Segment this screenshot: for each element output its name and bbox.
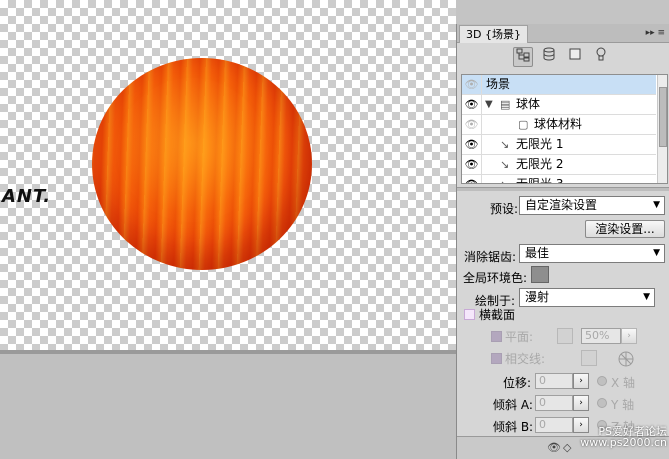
chevron-down-icon: ▼ xyxy=(653,248,660,258)
x-axis-label: X 轴 xyxy=(611,376,636,390)
visibility-eye-icon[interactable]: 👁 xyxy=(462,135,482,154)
chevron-down-icon: ▼ xyxy=(653,200,660,210)
list-item-light-1[interactable]: 👁 ↘ 无限光 1 xyxy=(462,135,656,155)
paint-on-value: 漫射 xyxy=(525,290,550,304)
mesh-icon: ▤ xyxy=(500,98,511,111)
list-item-light-2[interactable]: 👁 ↘ 无限光 2 xyxy=(462,155,656,175)
chevron-down-icon: ▼ xyxy=(643,292,650,302)
plane-label: 平面: xyxy=(505,330,534,344)
watermark-line2: www.ps2000.cn xyxy=(580,436,667,449)
expand-triangle-icon[interactable]: ▼ xyxy=(485,95,493,114)
tilt-b-label: 倾斜 B: xyxy=(493,420,534,434)
list-item-scene[interactable]: 👁 场景 xyxy=(462,75,656,95)
global-ambient-label: 全局环境色: xyxy=(463,271,528,285)
intersection-color-swatch[interactable] xyxy=(581,350,597,366)
toggle-overlay-eye-icon[interactable]: 👁 xyxy=(547,441,561,454)
light-icon: ↘ xyxy=(500,138,510,151)
light-icon: ↘ xyxy=(500,158,510,171)
material-icon: ▢ xyxy=(518,118,529,131)
offset-field[interactable]: 0 xyxy=(535,373,573,389)
material-filter-icon[interactable] xyxy=(565,47,585,67)
visibility-eye-icon[interactable]: 👁 xyxy=(462,155,482,174)
plane-opacity-stepper[interactable]: › xyxy=(621,328,637,344)
panel-splitter[interactable] xyxy=(457,187,669,191)
layer-label: 场景 xyxy=(486,77,511,91)
layer-label: 无限光 2 xyxy=(516,157,564,171)
tilt-b-field[interactable]: 0 xyxy=(535,417,573,433)
offset-stepper[interactable]: › xyxy=(573,373,589,389)
scene-filter-icon[interactable] xyxy=(513,47,533,67)
pasteboard xyxy=(0,354,456,459)
list-item-sphere[interactable]: 👁 ▼ ▤ 球体 xyxy=(462,95,656,115)
ground-plane-icon[interactable]: ◇ xyxy=(563,441,571,454)
tilt-a-label: 倾斜 A: xyxy=(493,398,533,412)
preset-value: 自定渲染设置 xyxy=(525,198,598,212)
global-ambient-color-swatch[interactable] xyxy=(531,266,549,283)
panel-dock-top xyxy=(456,0,669,24)
cross-section-label: 横截面 xyxy=(479,308,516,322)
cross-section-checkbox[interactable] xyxy=(464,309,475,320)
visibility-eye-icon[interactable]: 👁 xyxy=(462,75,482,94)
document-canvas[interactable]: ANT. xyxy=(0,0,456,350)
mesh-filter-icon[interactable] xyxy=(539,47,559,67)
visibility-eye-icon[interactable]: 👁 xyxy=(462,115,482,134)
layer-label: 无限光 1 xyxy=(516,137,564,151)
tab-3d-scene[interactable]: 3D {场景} xyxy=(459,25,528,43)
antialias-label: 消除锯齿: xyxy=(464,250,517,264)
orange-3d-sphere[interactable] xyxy=(92,58,312,270)
layer-label: 球体 xyxy=(516,97,541,111)
list-item-sphere-material[interactable]: 👁 ▢ 球体材料 xyxy=(462,115,656,135)
logo-text: ANT. xyxy=(2,186,52,207)
plane-opacity-field[interactable]: 50% xyxy=(581,328,621,344)
visibility-eye-icon[interactable]: 👁 xyxy=(462,95,482,114)
y-axis-radio[interactable] xyxy=(597,398,607,408)
preset-label: 预设: xyxy=(490,202,519,216)
tilt-a-stepper[interactable]: › xyxy=(573,395,589,411)
panel-menu-icon[interactable]: ▸▸ ≡ xyxy=(646,26,665,40)
x-axis-radio[interactable] xyxy=(597,376,607,386)
intersection-checkbox[interactable] xyxy=(491,353,502,364)
light-icon: ↘ xyxy=(500,175,509,183)
layer-label: 无限光 3 xyxy=(516,177,564,184)
layer-label: 球体材料 xyxy=(534,117,583,131)
3d-panel: 3D {场景} ▸▸ ≡ 👁 场景 👁 ▼ ▤ 球体 👁 ▢ 球体材料 👁 ↘ … xyxy=(456,24,669,459)
panel-tab-bar: 3D {场景} ▸▸ ≡ xyxy=(457,24,669,43)
watermark: PS爱好者论坛 www.ps2000.cn xyxy=(580,426,667,448)
render-settings-button[interactable]: 渲染设置... xyxy=(585,220,665,238)
plane-color-swatch[interactable] xyxy=(557,328,573,344)
scene-layer-list[interactable]: 👁 场景 👁 ▼ ▤ 球体 👁 ▢ 球体材料 👁 ↘ 无限光 1 👁 ↘ 无限光… xyxy=(461,74,668,184)
light-filter-icon[interactable] xyxy=(591,47,611,67)
tilt-a-field[interactable]: 0 xyxy=(535,395,573,411)
flip-cross-section-icon[interactable] xyxy=(617,350,635,368)
antialias-dropdown[interactable]: 最佳 ▼ xyxy=(519,244,665,263)
visibility-eye-icon[interactable]: 👁 xyxy=(462,175,482,183)
filter-toolbar xyxy=(457,44,669,70)
scrollbar-thumb[interactable] xyxy=(659,87,667,147)
list-item-light-3[interactable]: 👁 ↘ 无限光 3 xyxy=(462,175,656,184)
preset-dropdown[interactable]: 自定渲染设置 ▼ xyxy=(519,196,665,215)
list-scrollbar[interactable] xyxy=(657,75,667,183)
paint-on-dropdown[interactable]: 漫射 ▼ xyxy=(519,288,655,307)
plane-checkbox[interactable] xyxy=(491,331,502,342)
y-axis-label: Y 轴 xyxy=(611,398,635,412)
intersection-label: 相交线: xyxy=(505,352,546,366)
offset-label: 位移: xyxy=(503,376,532,390)
antialias-value: 最佳 xyxy=(525,246,550,260)
